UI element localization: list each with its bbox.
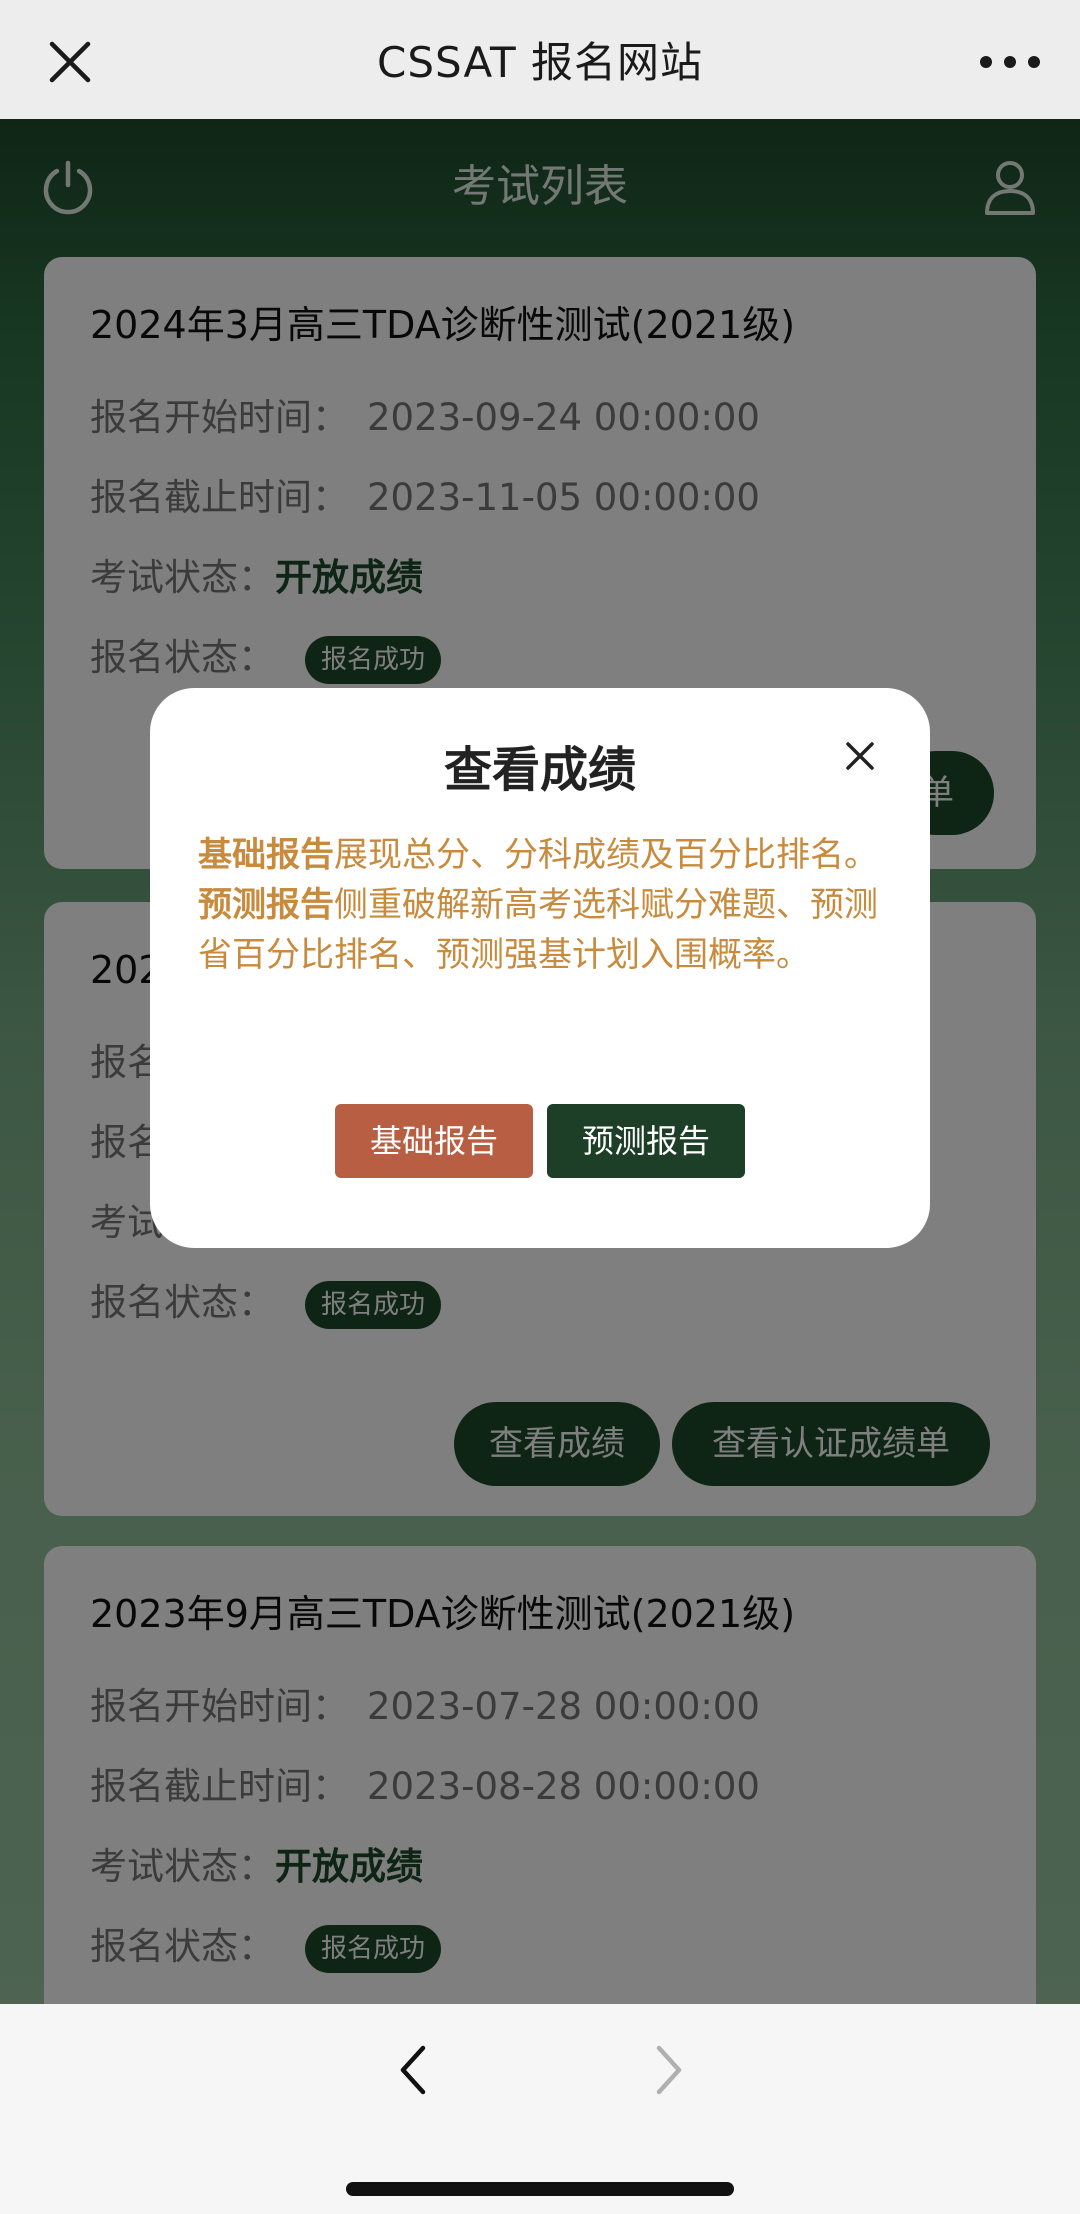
home-indicator: [346, 2182, 734, 2196]
chevron-left-icon[interactable]: [385, 2040, 445, 2100]
modal-description: 基础报告展现总分、分科成绩及百分比排名。预测报告侧重破解新高考选科赋分难题、预测…: [198, 830, 888, 980]
modal-title: 查看成绩: [443, 742, 636, 798]
predict-report-button[interactable]: 预测报告: [547, 1104, 745, 1178]
close-icon[interactable]: [834, 730, 886, 782]
desc-highlight-basic: 基础报告: [198, 835, 334, 875]
desc-text-basic: 展现总分、分科成绩及百分比排名。: [334, 835, 878, 875]
chevron-right-icon[interactable]: [637, 2040, 697, 2100]
basic-report-button[interactable]: 基础报告: [335, 1104, 533, 1178]
desc-highlight-predict: 预测报告: [198, 885, 334, 925]
wechat-top-bar: CSSAT 报名网站: [0, 0, 1080, 119]
window-title: CSSAT 报名网站: [377, 38, 703, 87]
bottom-nav-bar: [0, 2004, 1080, 2214]
score-modal: 查看成绩 基础报告展现总分、分科成绩及百分比排名。预测报告侧重破解新高考选科赋分…: [150, 688, 930, 1248]
more-icon[interactable]: [970, 32, 1050, 92]
